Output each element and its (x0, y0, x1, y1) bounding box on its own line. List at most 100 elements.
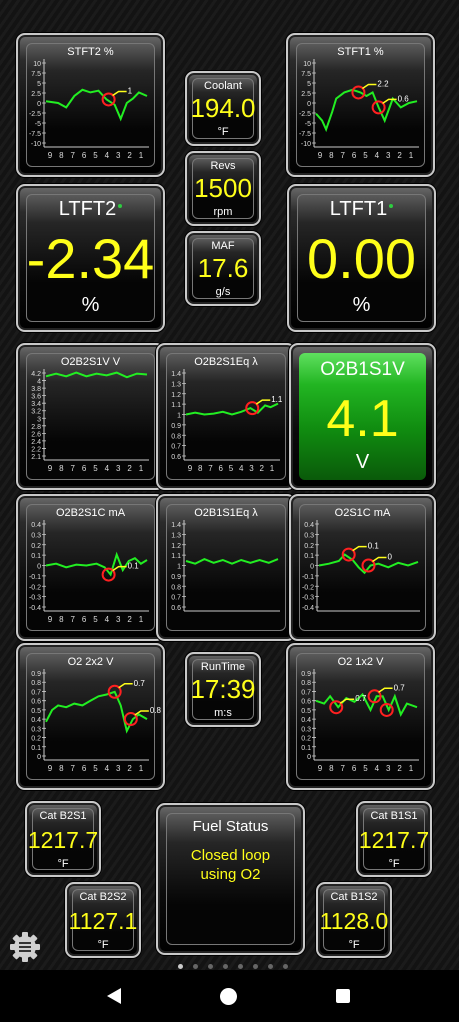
x-tick-label: 4 (105, 151, 110, 160)
y-tick-label: -0.4 (29, 605, 41, 612)
peak-marker-label: 0 (388, 553, 393, 562)
o2b1s1v-gauge[interactable]: O2B1S1V 4.1 V (289, 343, 436, 490)
y-tick-label: 1.4 (171, 371, 181, 378)
y-tick-label: 3.4 (31, 401, 41, 408)
x-tick-label: 2 (127, 151, 132, 160)
y-tick-label: 1.2 (171, 543, 181, 550)
peak-marker-label: 0.7 (394, 683, 406, 692)
y-tick-label: -0.2 (29, 584, 41, 591)
cat-b2s2-gauge[interactable]: Cat B2S2 1127.1 °F (65, 882, 141, 958)
y-tick-label: 2.5 (31, 91, 41, 98)
peak-marker-leader (362, 83, 377, 90)
fuel-status-title: Fuel Status (192, 818, 269, 835)
coolant-title: Coolant (204, 80, 242, 92)
runtime-unit: m:s (214, 707, 232, 719)
revs-gauge[interactable]: Revs 1500 rpm (185, 151, 261, 226)
ltft1-title-text: LTFT1 (329, 198, 388, 220)
stft2-graph-gauge[interactable]: STFT2 % 10 7.5 5 2.5 0 -2.5 -5 -7.5 -10 9 8 7 6 5 4 3 2 1 1 (16, 33, 165, 177)
x-tick-label: 3 (116, 615, 121, 624)
o2s1c-graph-gauge[interactable]: O2S1C mA 0.4 0.3 0.2 0.1 0 -0.1 -0.2 -0.3 -0.4 0.1… (289, 494, 436, 641)
cat-b2s1-gauge[interactable]: Cat B2S1 1217.7 °F (25, 801, 101, 877)
x-tick-label: 5 (93, 464, 98, 473)
y-tick-label: 0 (37, 101, 41, 108)
y-tick-label: 0.6 (171, 605, 181, 612)
y-tick-label: -2.5 (29, 111, 41, 118)
o2b1s1eq-graph-gauge[interactable]: O2B1S1Eq λ 1.4 1.3 1.2 1.1 1 0.9 0.8 0.7 0.6 (156, 494, 296, 641)
o2b2s1c-title: O2B2S1C mA (56, 507, 126, 519)
o2b2s1c-graph-gauge[interactable]: O2B2S1C mA 0.4 0.3 0.2 0.1 0 -0.1 -0.2 -0.3 -0.4 9… (16, 494, 165, 641)
page-indicator (178, 954, 298, 969)
stft2-title: STFT2 % (67, 46, 114, 58)
x-tick-label: 4 (375, 151, 380, 160)
y-tick-label: 0 (37, 754, 41, 761)
o2b2s1eq-title: O2B2S1Eq λ (194, 356, 258, 368)
revs-title: Revs (210, 160, 236, 172)
runtime-value: 17:39 (190, 674, 256, 704)
settings-gear-icon[interactable] (8, 930, 42, 964)
y-tick-label: 1.4 (171, 522, 181, 529)
o2b2s1v-title: O2B2S1V V (61, 356, 121, 368)
ltft1-unit: % (352, 294, 371, 316)
coolant-gauge[interactable]: Coolant 194.0 °F (185, 71, 261, 146)
y-tick-label: 0.5 (301, 708, 311, 715)
o2b2s1eq-graph-gauge[interactable]: O2B2S1Eq λ 1.4 1.3 1.2 1.1 1 0.9 0.8 0.7 0.6 9 8 7 6 5… (156, 343, 296, 490)
y-tick-label: 0.8 (301, 680, 311, 687)
y-tick-label: 0.9 (301, 671, 311, 678)
peak-marker-leader (134, 710, 149, 716)
cat-b1s1-gauge[interactable]: Cat B1S1 1217.7 °F (356, 801, 432, 877)
y-tick-label: 0.3 (31, 532, 41, 539)
y-tick-label: -10 (31, 141, 41, 148)
x-tick-label: 6 (219, 464, 224, 473)
cat-b2s2-unit: °F (97, 939, 109, 951)
peak-marker-label: 1.1 (271, 395, 283, 404)
y-tick-label: -7.5 (29, 131, 41, 138)
cat-b2s1-unit: °F (57, 858, 69, 870)
peak-marker-label: 0.7 (355, 694, 367, 703)
o2s1c-trace (318, 553, 419, 575)
y-tick-label: 0.6 (171, 454, 181, 461)
coolant-unit: °F (217, 126, 229, 138)
x-tick-label: 1 (139, 151, 144, 160)
android-nav-bar (0, 970, 459, 1022)
x-tick-label: 8 (59, 464, 64, 473)
cat-b1s1-unit: °F (388, 858, 400, 870)
nav-home-icon[interactable] (220, 988, 237, 1005)
cat-b1s2-gauge[interactable]: Cat B1S2 1128.0 °F (316, 882, 392, 958)
revs-value: 1500 (194, 173, 252, 203)
peak-marker-leader (118, 683, 133, 689)
status-dot-icon (118, 204, 123, 208)
cat-b1s2-title: Cat B1S2 (330, 891, 378, 903)
stft1-graph-gauge[interactable]: STFT1 % 10 7.5 5 2.5 0 -2.5 -5 -7.5 -10 9 8 7 6 5 4 3 2 1 2… (286, 33, 435, 177)
y-tick-label: 0.9 (171, 423, 181, 430)
o2b2s1v-graph-gauge[interactable]: O2B2S1V V 4.2 4 3.8 3.6 3.4 3.2 3 2.8 2.6 2.4 2.2 2.… (16, 343, 165, 490)
stft1-plot: STFT1 %107.552.50-2.5-5-7.5-109 8 7 6 5 4 3 2 12… (299, 46, 419, 160)
page-dot (193, 964, 198, 969)
o2-1x2-graph-gauge[interactable]: O2 1x2 V 0.9 0.8 0.7 0.6 0.5 0.4 0.3 0.2 0.1 0 9 8 7 6… (286, 643, 435, 790)
y-tick-label: 0.1 (31, 745, 41, 752)
x-tick-label: 5 (363, 151, 368, 160)
y-tick-label: 2.1 (31, 454, 41, 461)
x-tick-label: 6 (82, 615, 87, 624)
y-tick-label: 0 (307, 754, 311, 761)
y-tick-label: 1 (177, 413, 181, 420)
ltft1-gauge[interactable]: LTFT1 0.00 % (287, 184, 436, 332)
y-tick-label: 1.2 (171, 392, 181, 399)
page-dot (238, 964, 243, 969)
ltft2-gauge[interactable]: LTFT2 -2.34 % (16, 184, 165, 332)
x-tick-label: 5 (363, 764, 368, 773)
ltft2-title-text: LTFT2 (58, 198, 117, 220)
maf-gauge[interactable]: MAF 17.6 g/s (185, 231, 261, 306)
y-tick-label: 10 (33, 61, 41, 68)
o22x2-title: O2 2x2 V (68, 656, 115, 668)
maf-title: MAF (211, 240, 235, 252)
stft1-title: STFT1 % (337, 46, 384, 58)
fuel-status-gauge[interactable]: Fuel Status Closed loop using O2 (156, 803, 305, 955)
y-tick-label: 0.4 (31, 717, 41, 724)
nav-recents-icon[interactable] (336, 989, 350, 1003)
o2b2s1c-plot: O2B2S1C mA 0.4 0.3 0.2 0.1 0 -0.1 -0.2 -0.3 -0.4 9… (29, 507, 149, 624)
runtime-gauge[interactable]: RunTime 17:39 m:s (185, 652, 261, 727)
y-tick-label: 5 (37, 81, 41, 88)
nav-back-icon[interactable] (107, 988, 121, 1004)
o2-2x2-graph-gauge[interactable]: O2 2x2 V 0.9 0.8 0.7 0.6 0.5 0.4 0.3 0.2 0.1 0 9 8 7 6… (16, 643, 165, 790)
x-tick-label: 7 (208, 464, 213, 473)
